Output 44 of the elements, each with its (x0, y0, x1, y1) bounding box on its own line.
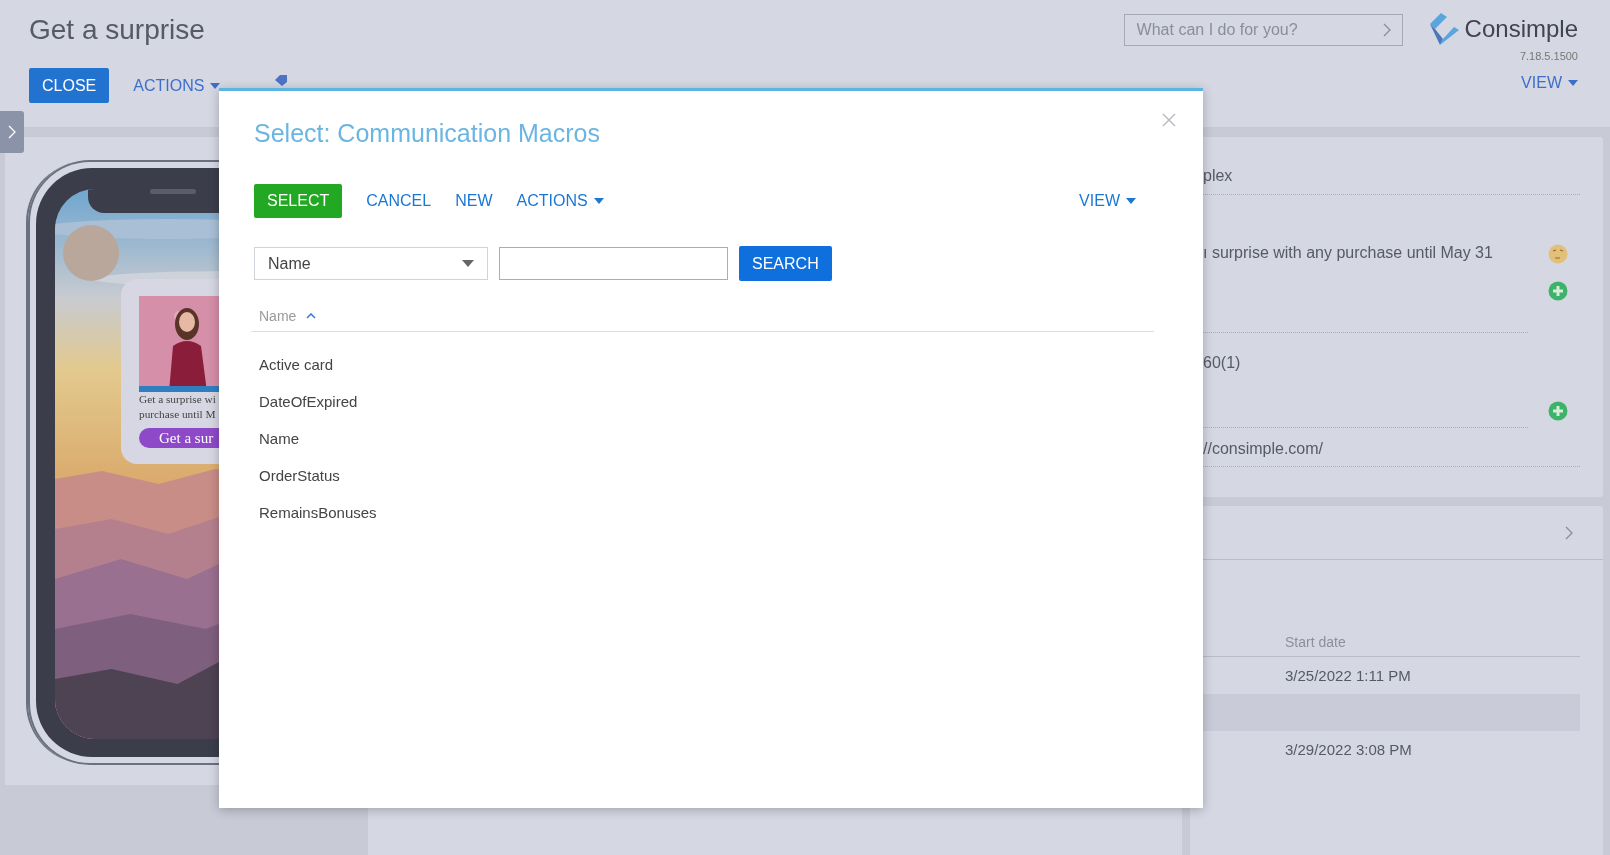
column-header[interactable]: Name (259, 308, 297, 324)
dialog-link-button[interactable]: CANCEL (366, 192, 432, 210)
tag-icon[interactable] (274, 73, 289, 86)
caret-icon (462, 260, 474, 267)
sort-up-icon[interactable] (306, 313, 317, 319)
actions-menu[interactable]: ACTIONS (133, 76, 221, 95)
page-title: Get a surprise (29, 13, 206, 47)
list-item[interactable]: Active card (259, 356, 334, 373)
field-value: plex (1203, 167, 1233, 184)
search-input[interactable] (499, 247, 728, 280)
logo-text: Consimple (1464, 15, 1578, 43)
chevron-right-icon[interactable] (1565, 525, 1573, 540)
column-dropdown[interactable]: Name (254, 247, 488, 280)
column-header: Start date (1285, 634, 1346, 650)
dialog-title: Select: Communication Macros (254, 118, 601, 149)
close-icon[interactable] (1162, 113, 1176, 127)
field-value: ı surprise with any purchase until May 31 (1203, 244, 1493, 261)
select-button[interactable]: SELECT (254, 184, 343, 218)
dialog-link-button[interactable]: NEW (455, 192, 493, 210)
view-menu[interactable]: VIEW (1079, 192, 1136, 210)
emoji-icon[interactable] (1548, 244, 1568, 264)
chevron-right-icon (8, 125, 16, 139)
search-button[interactable]: SEARCH (739, 246, 832, 281)
version-text: 7.18.5.1500 (1519, 50, 1578, 62)
caret-icon (593, 198, 604, 204)
view-menu[interactable]: VIEW (1521, 74, 1578, 92)
table-cell: 3/25/2022 1:11 PM (1285, 667, 1411, 684)
field-value: //consimple.com/ (1203, 440, 1324, 457)
close-button[interactable]: CLOSE (29, 68, 110, 103)
field-value: 60(1) (1203, 354, 1241, 371)
add-icon[interactable] (1548, 401, 1568, 421)
caret-icon (210, 82, 221, 89)
sidebar-toggle[interactable] (0, 111, 24, 153)
chevron-right-icon (1382, 23, 1391, 37)
list-item[interactable]: Name (259, 430, 299, 447)
actions-menu[interactable]: ACTIONS (516, 192, 604, 210)
list-item[interactable]: OrderStatus (259, 467, 340, 484)
add-icon[interactable] (1548, 281, 1568, 301)
list-item[interactable]: RemainsBonuses (259, 504, 377, 521)
table-cell: 3/29/2022 3:08 PM (1285, 741, 1412, 758)
list-item[interactable]: DateOfExpired (259, 393, 358, 410)
caret-icon (1568, 80, 1578, 86)
caret-icon (1126, 198, 1136, 204)
search-field[interactable]: What can I do for you? (1123, 14, 1403, 46)
